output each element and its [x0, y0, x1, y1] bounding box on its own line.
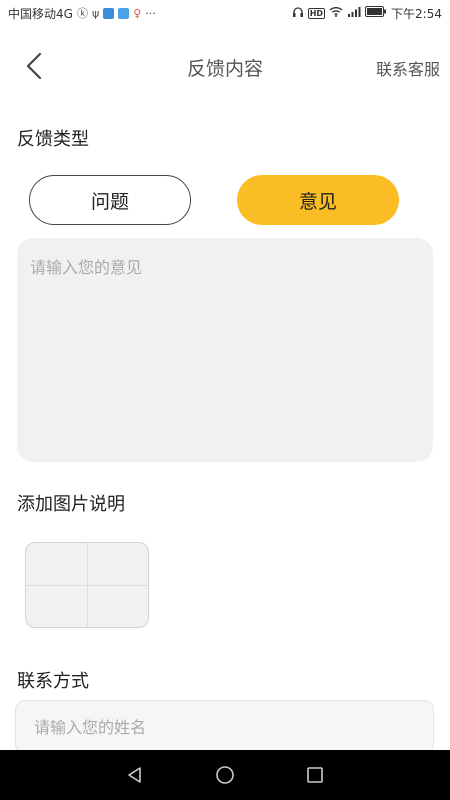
hd-icon: HD [307, 7, 326, 19]
nav-home-button[interactable] [210, 760, 240, 790]
more-icon: ··· [145, 6, 156, 20]
status-time: 下午2:54 [391, 6, 442, 21]
type-issue-button[interactable]: 问题 [29, 175, 191, 225]
battery-icon [365, 6, 387, 20]
triangle-back-icon [128, 767, 141, 783]
status-right: HD 下午2:54 [292, 5, 442, 22]
shield-app-icon [103, 7, 115, 19]
plus-icon-horizontal [26, 585, 148, 586]
name-input[interactable] [15, 700, 434, 754]
feedback-type-label: 反馈类型 [17, 129, 89, 150]
nav-back-button[interactable] [120, 760, 150, 790]
status-left: 中国移动4G ⓚ ψ ♀ ··· [8, 5, 156, 22]
status-bar: 中国移动4G ⓚ ψ ♀ ··· HD 下午2:54 [0, 0, 450, 26]
contact-service-link[interactable]: 联系客服 [376, 56, 440, 80]
app-icon [118, 7, 130, 19]
type-opinion-button[interactable]: 意见 [237, 175, 399, 225]
usb-icon: ψ [91, 6, 100, 20]
add-image-button[interactable] [25, 542, 149, 628]
feedback-textarea[interactable] [17, 238, 433, 462]
feedback-screen: 中国移动4G ⓚ ψ ♀ ··· HD 下午2:54 反馈内容 联系客服 反馈类… [0, 0, 450, 800]
contact-label: 联系方式 [17, 671, 89, 692]
wifi-icon [329, 6, 343, 20]
circle-home-icon [216, 766, 234, 784]
signal-icon [347, 6, 361, 20]
square-recents-icon [307, 767, 323, 783]
carrier-label: 中国移动4G [8, 6, 73, 21]
nav-recents-button[interactable] [300, 760, 330, 790]
image-section-label: 添加图片说明 [17, 494, 125, 515]
k-circle-icon: ⓚ [76, 7, 88, 20]
header: 反馈内容 联系客服 [0, 40, 450, 92]
headset-icon [292, 6, 304, 21]
location-icon: ♀ [133, 6, 142, 20]
system-nav-bar [0, 750, 450, 800]
